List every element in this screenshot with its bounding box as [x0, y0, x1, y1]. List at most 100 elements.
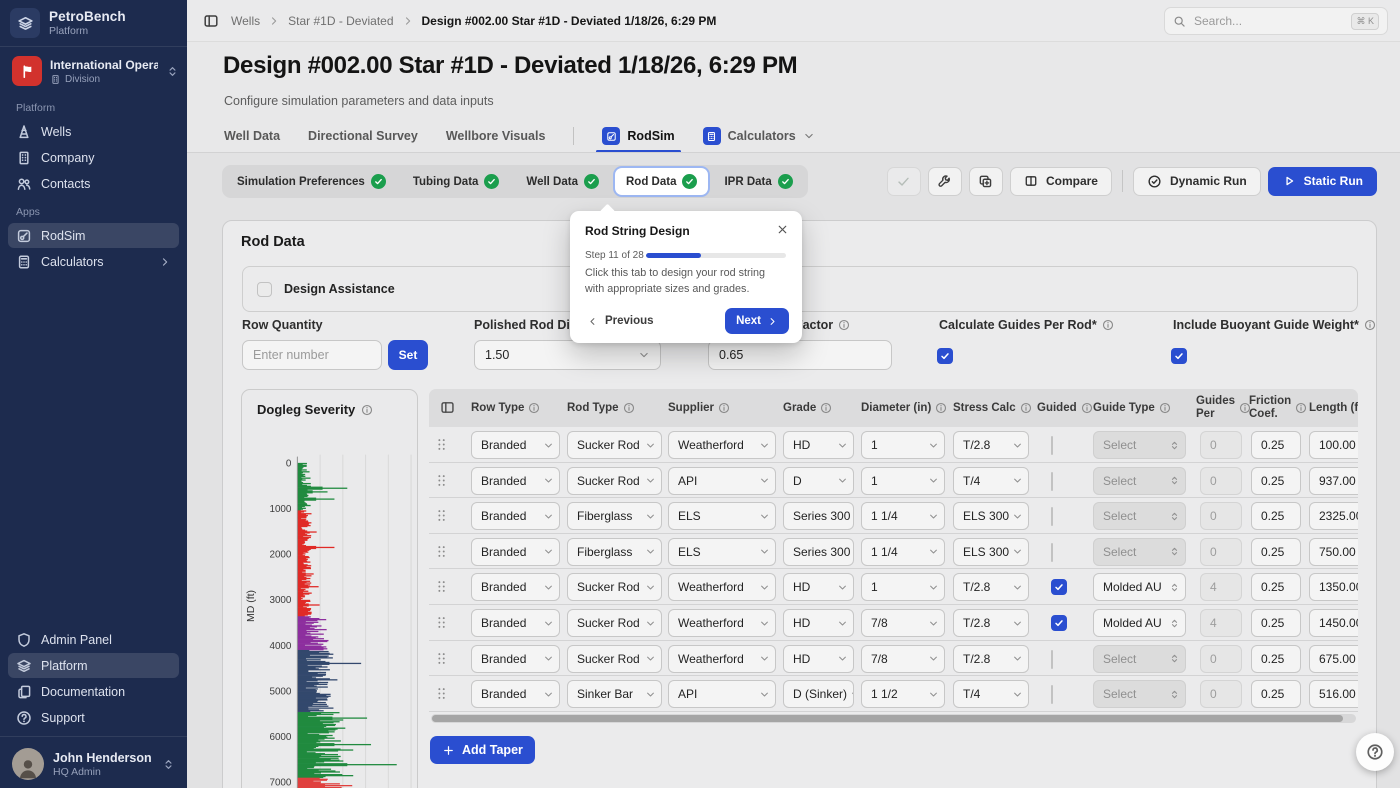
diameter-select[interactable]: 1	[861, 467, 945, 495]
grade-select[interactable]: Series 300	[783, 502, 854, 530]
info-icon[interactable]	[935, 402, 947, 414]
grade-select[interactable]: D (Sinker)	[783, 680, 854, 708]
guided-checkbox[interactable]	[1051, 436, 1053, 455]
compare-button[interactable]: Compare	[1010, 167, 1112, 196]
stress-calc-select[interactable]: ELS 300	[953, 538, 1029, 566]
rod-type-select[interactable]: Fiberglass	[567, 502, 662, 530]
length-input[interactable]: 2325.00	[1309, 502, 1358, 530]
grade-select[interactable]: Series 300	[783, 538, 854, 566]
info-icon[interactable]	[1020, 402, 1032, 414]
add-taper-button[interactable]: Add Taper	[430, 736, 535, 764]
approve-button[interactable]	[887, 167, 921, 196]
friction-coef-input[interactable]: 0.25	[1251, 502, 1301, 530]
tab-well-data[interactable]: Well Data	[224, 129, 280, 143]
row-type-select[interactable]: Branded	[471, 609, 560, 637]
tab-wellbore-visuals[interactable]: Wellbore Visuals	[446, 129, 546, 143]
length-input[interactable]: 516.00	[1309, 680, 1358, 708]
grade-select[interactable]: HD	[783, 573, 854, 601]
guided-checkbox[interactable]	[1051, 507, 1053, 526]
stress-calc-select[interactable]: T/2.8	[953, 645, 1029, 673]
section-pill-tubing-data[interactable]: Tubing Data	[402, 168, 511, 195]
sidebar-item-company[interactable]: Company	[8, 145, 179, 170]
tab-calculators[interactable]: Calculators	[703, 127, 815, 145]
friction-coef-input[interactable]: 0.25	[1251, 573, 1301, 601]
set-button[interactable]: Set	[388, 340, 428, 370]
drag-handle-icon[interactable]	[435, 579, 449, 594]
info-icon[interactable]	[820, 402, 832, 414]
info-icon[interactable]	[528, 402, 540, 414]
length-input[interactable]: 750.00	[1309, 538, 1358, 566]
info-icon[interactable]	[361, 404, 373, 416]
diameter-select[interactable]: 7/8	[861, 609, 945, 637]
breadcrumb-item[interactable]: Star #1D - Deviated	[288, 14, 393, 28]
row-type-select[interactable]: Branded	[471, 431, 560, 459]
guided-checkbox[interactable]	[1051, 650, 1053, 669]
breadcrumb-item[interactable]: Design #002.00 Star #1D - Deviated 1/18/…	[422, 14, 717, 28]
static-run-button[interactable]: Static Run	[1268, 167, 1377, 196]
drag-handle-icon[interactable]	[435, 615, 449, 630]
stress-calc-select[interactable]: T/2.8	[953, 573, 1029, 601]
section-pill-well-data[interactable]: Well Data	[515, 168, 610, 195]
friction-coef-input[interactable]: 0.25	[1251, 538, 1301, 566]
sidebar-item-wells[interactable]: Wells	[8, 119, 179, 144]
help-button[interactable]	[1356, 733, 1394, 771]
rod-type-select[interactable]: Sucker Rod	[567, 609, 662, 637]
section-pill-simulation-preferences[interactable]: Simulation Preferences	[226, 168, 397, 195]
grade-select[interactable]: D	[783, 467, 854, 495]
stress-calc-select[interactable]: T/2.8	[953, 609, 1029, 637]
sidebar-item-calculators[interactable]: Calculators	[8, 249, 179, 274]
guide-type-select[interactable]: Molded AU	[1093, 573, 1186, 601]
supplier-select[interactable]: ELS	[668, 538, 776, 566]
friction-coef-input[interactable]: 0.25	[1251, 467, 1301, 495]
sidebar-item-documentation[interactable]: Documentation	[8, 679, 179, 704]
section-pill-ipr-data[interactable]: IPR Data	[713, 168, 803, 195]
sidebar-item-platform[interactable]: Platform	[8, 653, 179, 678]
service-factor-input[interactable]: 0.65	[708, 340, 892, 370]
supplier-select[interactable]: Weatherford	[668, 573, 776, 601]
sidebar-item-rodsim[interactable]: RodSim	[8, 223, 179, 248]
polished-rod-diameter-select[interactable]: 1.50	[474, 340, 661, 370]
info-icon[interactable]	[1159, 402, 1171, 414]
guided-checkbox[interactable]	[1051, 543, 1053, 562]
grade-select[interactable]: HD	[783, 645, 854, 673]
duplicate-button[interactable]	[969, 167, 1003, 196]
drag-handle-icon[interactable]	[435, 473, 449, 488]
guided-checkbox[interactable]	[1051, 685, 1053, 704]
user-menu[interactable]: John Henderson HQ Admin	[8, 743, 179, 785]
drag-handle-icon[interactable]	[435, 651, 449, 666]
supplier-select[interactable]: Weatherford	[668, 609, 776, 637]
next-button[interactable]: Next	[725, 308, 789, 334]
supplier-select[interactable]: API	[668, 680, 776, 708]
row-type-select[interactable]: Branded	[471, 645, 560, 673]
search-input[interactable]	[1192, 13, 1326, 29]
row-type-select[interactable]: Branded	[471, 467, 560, 495]
row-type-select[interactable]: Branded	[471, 538, 560, 566]
sidebar-toggle-button[interactable]	[199, 9, 223, 33]
row-type-select[interactable]: Branded	[471, 502, 560, 530]
supplier-select[interactable]: Weatherford	[668, 645, 776, 673]
length-input[interactable]: 1450.00	[1309, 609, 1358, 637]
diameter-select[interactable]: 7/8	[861, 645, 945, 673]
friction-coef-input[interactable]: 0.25	[1251, 609, 1301, 637]
diameter-select[interactable]: 1	[861, 573, 945, 601]
length-input[interactable]: 937.00	[1309, 467, 1358, 495]
tab-rodsim[interactable]: RodSim	[602, 127, 674, 145]
sidebar-item-admin-panel[interactable]: Admin Panel	[8, 627, 179, 652]
rod-type-select[interactable]: Sinker Bar	[567, 680, 662, 708]
supplier-select[interactable]: ELS	[668, 502, 776, 530]
stress-calc-select[interactable]: ELS 300	[953, 502, 1029, 530]
friction-coef-input[interactable]: 0.25	[1251, 645, 1301, 673]
rod-type-select[interactable]: Sucker Rod	[567, 645, 662, 673]
guided-checkbox[interactable]	[1051, 579, 1067, 595]
drag-handle-icon[interactable]	[435, 686, 449, 701]
friction-coef-input[interactable]: 0.25	[1251, 431, 1301, 459]
length-input[interactable]: 100.00	[1309, 431, 1358, 459]
diameter-select[interactable]: 1 1/4	[861, 538, 945, 566]
previous-button[interactable]: Previous	[579, 308, 662, 334]
friction-coef-input[interactable]: 0.25	[1251, 680, 1301, 708]
diameter-select[interactable]: 1 1/2	[861, 680, 945, 708]
org-switcher[interactable]: International Operatio Division	[8, 53, 179, 89]
dynamic-run-button[interactable]: Dynamic Run	[1133, 167, 1261, 196]
calculate-guides-checkbox[interactable]	[937, 348, 953, 364]
breadcrumb-item[interactable]: Wells	[231, 14, 260, 28]
